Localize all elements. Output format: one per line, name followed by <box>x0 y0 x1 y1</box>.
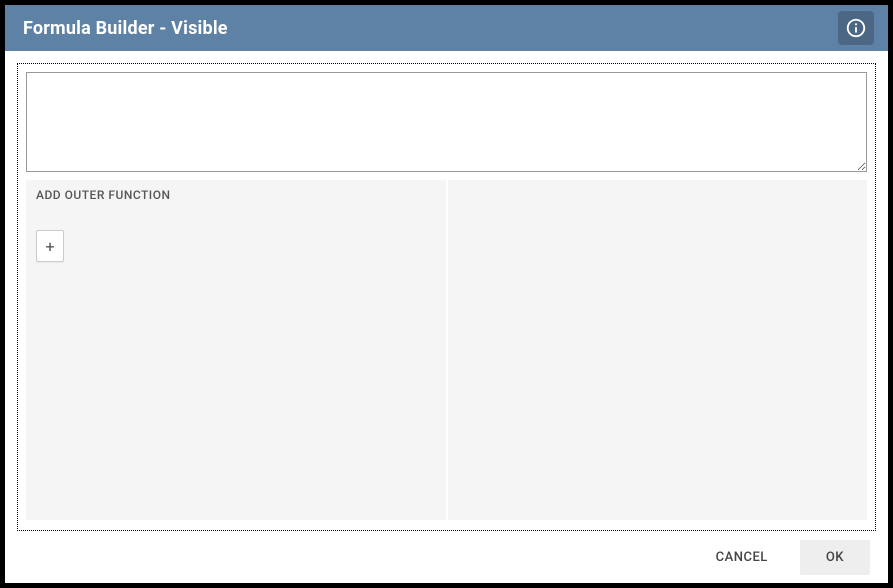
main-scroll-area[interactable]: ADD OUTER FUNCTION + <box>17 63 876 531</box>
ok-button[interactable]: OK <box>800 540 870 575</box>
info-button[interactable] <box>838 11 874 45</box>
dialog-body: ADD OUTER FUNCTION + <box>5 51 888 531</box>
main-content: ADD OUTER FUNCTION + <box>18 64 875 531</box>
add-outer-function-label: ADD OUTER FUNCTION <box>36 188 436 202</box>
panels-row: ADD OUTER FUNCTION + <box>26 180 867 520</box>
add-outer-function-button[interactable]: + <box>36 230 64 262</box>
formula-builder-dialog: Formula Builder - Visible ADD OUTER FUNC… <box>5 5 888 583</box>
right-panel <box>458 188 858 520</box>
formula-input[interactable] <box>26 72 867 172</box>
titlebar: Formula Builder - Visible <box>5 5 888 51</box>
cancel-button[interactable]: CANCEL <box>700 540 784 575</box>
left-panel: ADD OUTER FUNCTION + <box>36 188 436 520</box>
dialog-title: Formula Builder - Visible <box>23 18 838 39</box>
dialog-footer: CANCEL OK <box>5 531 888 583</box>
info-icon <box>845 17 867 39</box>
left-panel-scroll[interactable]: ADD OUTER FUNCTION + <box>26 180 446 520</box>
right-panel-scroll[interactable] <box>448 180 868 520</box>
